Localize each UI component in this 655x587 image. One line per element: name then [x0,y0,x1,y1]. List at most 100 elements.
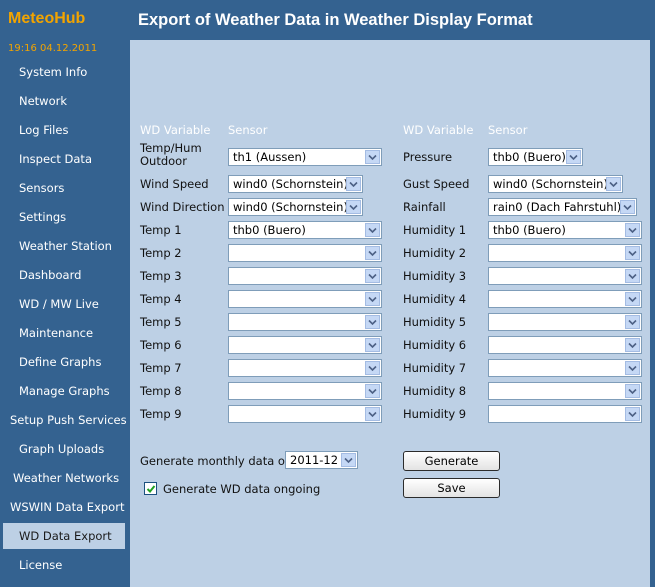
sensor-value: thb0 (Buero) [493,150,566,164]
chevron-down-icon [365,246,380,260]
left-sensor-select[interactable]: thb0 (Buero) [228,221,382,239]
sidebar-item-log-files[interactable]: Log Files [3,119,125,141]
right-sensor-select[interactable]: thb0 (Buero) [488,148,583,166]
right-sensor-select[interactable]: thb0 (Buero) [488,221,642,239]
left-row-label: Temp 2 [140,246,182,260]
sidebar-item-label: System Info [19,65,88,79]
sidebar-item-maintenance[interactable]: Maintenance [3,322,125,344]
left-sensor-select[interactable] [228,336,382,354]
left-sensor-select[interactable] [228,313,382,331]
left-row-label: Temp 3 [140,269,182,283]
chevron-down-icon [625,223,640,237]
monthly-value: 2011-12 [290,453,339,467]
chevron-down-icon [625,361,640,375]
right-row-label: Humidity 2 [403,246,467,260]
sidebar-item-wd-data-export[interactable]: WD Data Export [3,523,125,549]
left-row-label: Temp 6 [140,338,182,352]
sidebar-item-sensors[interactable]: Sensors [3,177,125,199]
sidebar-item-label: WD / MW Live [19,297,99,311]
sidebar-item-define-graphs[interactable]: Define Graphs [3,351,125,373]
left-sensor-select[interactable] [228,382,382,400]
left-sensor-select[interactable]: th1 (Aussen) [228,148,382,166]
sidebar-item-wd-mw-live[interactable]: WD / MW Live [3,293,125,315]
right-row-label: Humidity 1 [403,223,467,237]
chevron-down-icon [566,150,581,164]
sidebar-item-weather-networks[interactable]: Weather Networks [3,467,125,489]
col-head-sensor-left: Sensor [228,123,268,137]
sidebar-item-setup-push-services[interactable]: Setup Push Services [3,409,127,431]
right-row-label: Gust Speed [403,177,470,191]
left-sensor-select[interactable] [228,244,382,262]
chevron-down-icon [625,246,640,260]
sidebar-item-label: License [19,558,63,572]
check-icon [146,485,156,493]
left-sensor-select[interactable]: wind0 (Schornstein) [228,175,363,193]
left-row-label: Temp 5 [140,315,182,329]
chevron-down-icon [365,292,380,306]
sidebar-item-manage-graphs[interactable]: Manage Graphs [3,380,125,402]
left-row-label: Temp 4 [140,292,182,306]
monthly-select[interactable]: 2011-12 [285,451,358,469]
sensor-value: rain0 (Dach Fahrstuhl) [493,200,622,214]
sidebar-item-label: Weather Station [19,239,112,253]
sensor-value: wind0 (Schornstein) [233,177,348,191]
sidebar-item-graph-uploads[interactable]: Graph Uploads [3,438,125,460]
left-row-label: Wind Speed [140,177,209,191]
sidebar-item-wswin-data-export[interactable]: WSWIN Data Export [3,496,125,518]
right-row-label: Pressure [403,150,453,164]
right-row-label: Humidity 7 [403,361,467,375]
left-row-label: Temp 8 [140,384,182,398]
chevron-down-icon [625,407,640,421]
left-sensor-select[interactable] [228,267,382,285]
ongoing-checkbox[interactable] [144,482,157,495]
sidebar-item-inspect-data[interactable]: Inspect Data [3,148,125,170]
col-head-variable-left: WD Variable [140,123,211,137]
sidebar-item-label: Network [19,94,68,108]
right-sensor-select[interactable] [488,313,642,331]
generate-button[interactable]: Generate [403,451,500,471]
left-row-label: Temp 7 [140,361,182,375]
sidebar-item-license[interactable]: License [3,554,125,576]
sidebar-item-label: Graph Uploads [19,442,105,456]
right-sensor-select[interactable] [488,267,642,285]
sidebar-item-label: Define Graphs [19,355,102,369]
left-row-label: Temp 1 [140,223,182,237]
sidebar-item-label: WD Data Export [19,529,112,543]
left-sensor-select[interactable] [228,405,382,423]
right-sensor-select[interactable] [488,336,642,354]
sidebar-item-system-info[interactable]: System Info [3,61,125,83]
chevron-down-icon [625,338,640,352]
sensor-value: wind0 (Schornstein) [493,177,608,191]
right-sensor-select[interactable]: wind0 (Schornstein) [488,175,623,193]
right-row-label: Humidity 8 [403,384,467,398]
left-sensor-select[interactable]: wind0 (Schornstein) [228,198,363,216]
left-sensor-select[interactable] [228,290,382,308]
sidebar-item-dashboard[interactable]: Dashboard [3,264,125,286]
sidebar-item-label: WSWIN Data Export [10,500,125,514]
chevron-down-icon [346,177,361,191]
sidebar-item-label: Inspect Data [19,152,92,166]
chevron-down-icon [365,269,380,283]
left-row-label: Wind Direction [140,200,225,214]
right-sensor-select[interactable]: rain0 (Dach Fahrstuhl) [488,198,637,216]
chevron-down-icon [620,200,635,214]
sensor-value: th1 (Aussen) [233,150,307,164]
left-row-label: Temp 9 [140,407,182,421]
save-button[interactable]: Save [403,478,500,498]
right-sensor-select[interactable] [488,405,642,423]
left-row-label: Temp/Hum Outdoor [140,141,202,168]
page-title: Export of Weather Data in Weather Displa… [138,11,533,29]
left-sensor-select[interactable] [228,359,382,377]
sidebar-item-network[interactable]: Network [3,90,125,112]
right-sensor-select[interactable] [488,382,642,400]
sidebar-item-weather-station[interactable]: Weather Station [3,235,125,257]
right-sensor-select[interactable] [488,244,642,262]
sidebar-item-label: Setup Push Services [10,413,127,427]
sidebar-item-label: Manage Graphs [19,384,110,398]
right-sensor-select[interactable] [488,290,642,308]
sensor-value: thb0 (Buero) [493,223,566,237]
right-sensor-select[interactable] [488,359,642,377]
sidebar-item-settings[interactable]: Settings [3,206,125,228]
sidebar-item-label: Maintenance [19,326,94,340]
chevron-down-icon [365,150,380,164]
